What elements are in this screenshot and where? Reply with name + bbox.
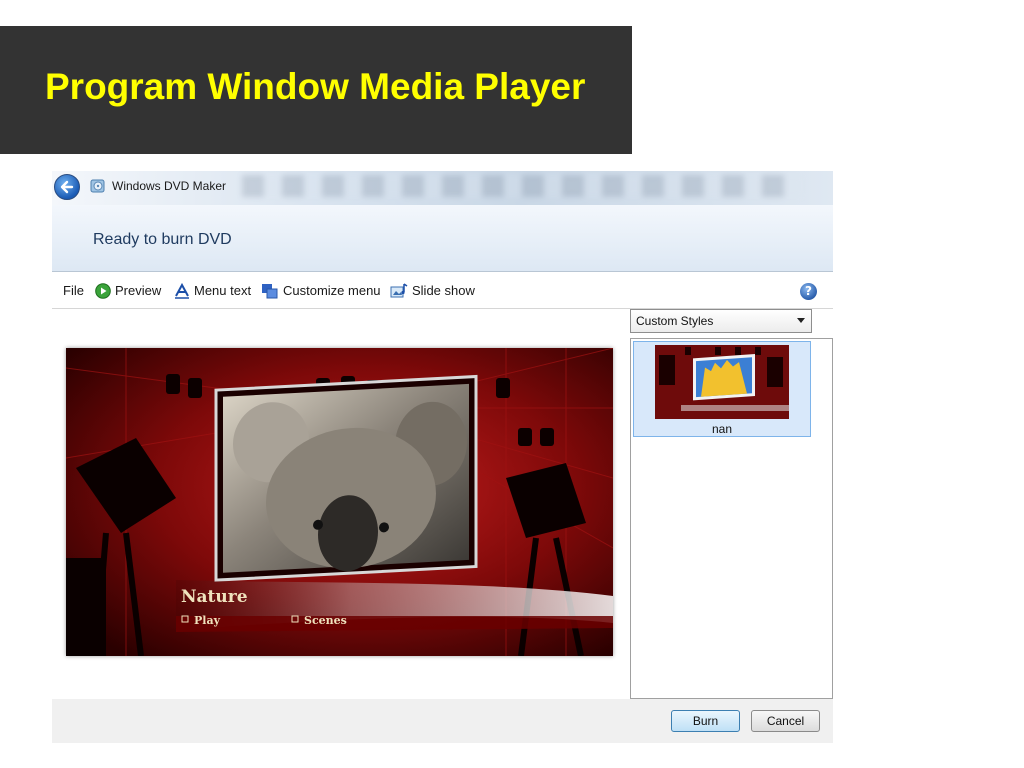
text-a-icon: [175, 282, 189, 299]
menu-style-item-label: nan: [711, 422, 733, 436]
menu-text-label: Menu text: [194, 283, 252, 299]
menu-styles-list[interactable]: nan: [630, 338, 833, 699]
chevron-down-icon: [797, 318, 805, 323]
dialog-footer: Burn Cancel: [52, 699, 833, 743]
slide-show-label: Slide show: [412, 283, 475, 299]
back-arrow-icon: [60, 180, 74, 194]
preview-scene: Nature Play Scenes: [66, 348, 613, 656]
toolbar: File Preview Menu text Customize menu Sl…: [52, 272, 833, 309]
file-menu[interactable]: File: [63, 282, 84, 300]
back-button[interactable]: [54, 174, 80, 200]
burn-button[interactable]: Burn: [671, 710, 740, 732]
wizard-heading: Ready to burn DVD: [93, 231, 232, 248]
slide-show-button[interactable]: Slide show: [390, 282, 475, 300]
file-menu-label: File: [63, 283, 84, 299]
dvd-menu-play: Play: [194, 614, 221, 627]
window-title: Windows DVD Maker: [112, 179, 227, 193]
customize-menu-button[interactable]: Customize menu: [261, 282, 381, 300]
menu-style-dropdown-value: Custom Styles: [636, 314, 714, 328]
slide-show-icon: [390, 282, 408, 298]
play-icon: [95, 282, 111, 299]
customize-menu-icon: [262, 283, 278, 299]
wizard-header: Ready to burn DVD: [52, 205, 833, 272]
slide-title: Program Window Media Player: [45, 66, 586, 107]
cancel-button[interactable]: Cancel: [751, 710, 820, 732]
dvd-maker-app-icon: [90, 179, 105, 193]
preview-label: Preview: [115, 283, 162, 299]
menu-style-thumbnail: [655, 345, 789, 419]
menu-style-dropdown[interactable]: Custom Styles: [630, 309, 812, 333]
customize-menu-label: Customize menu: [283, 283, 381, 299]
dvd-menu-preview: Nature Play Scenes: [66, 348, 613, 656]
preview-button[interactable]: Preview: [95, 282, 161, 300]
dvd-maker-window: Windows DVD Maker Ready to burn DVD File…: [52, 171, 833, 743]
titlebar-background: [242, 175, 802, 197]
window-titlebar: Windows DVD Maker: [52, 171, 833, 205]
dvd-menu-scenes: Scenes: [304, 614, 347, 627]
help-icon[interactable]: ?: [800, 283, 817, 300]
menu-text-button[interactable]: Menu text: [174, 282, 251, 300]
dvd-menu-title: Nature: [181, 587, 248, 607]
menu-style-item[interactable]: nan: [633, 341, 811, 437]
